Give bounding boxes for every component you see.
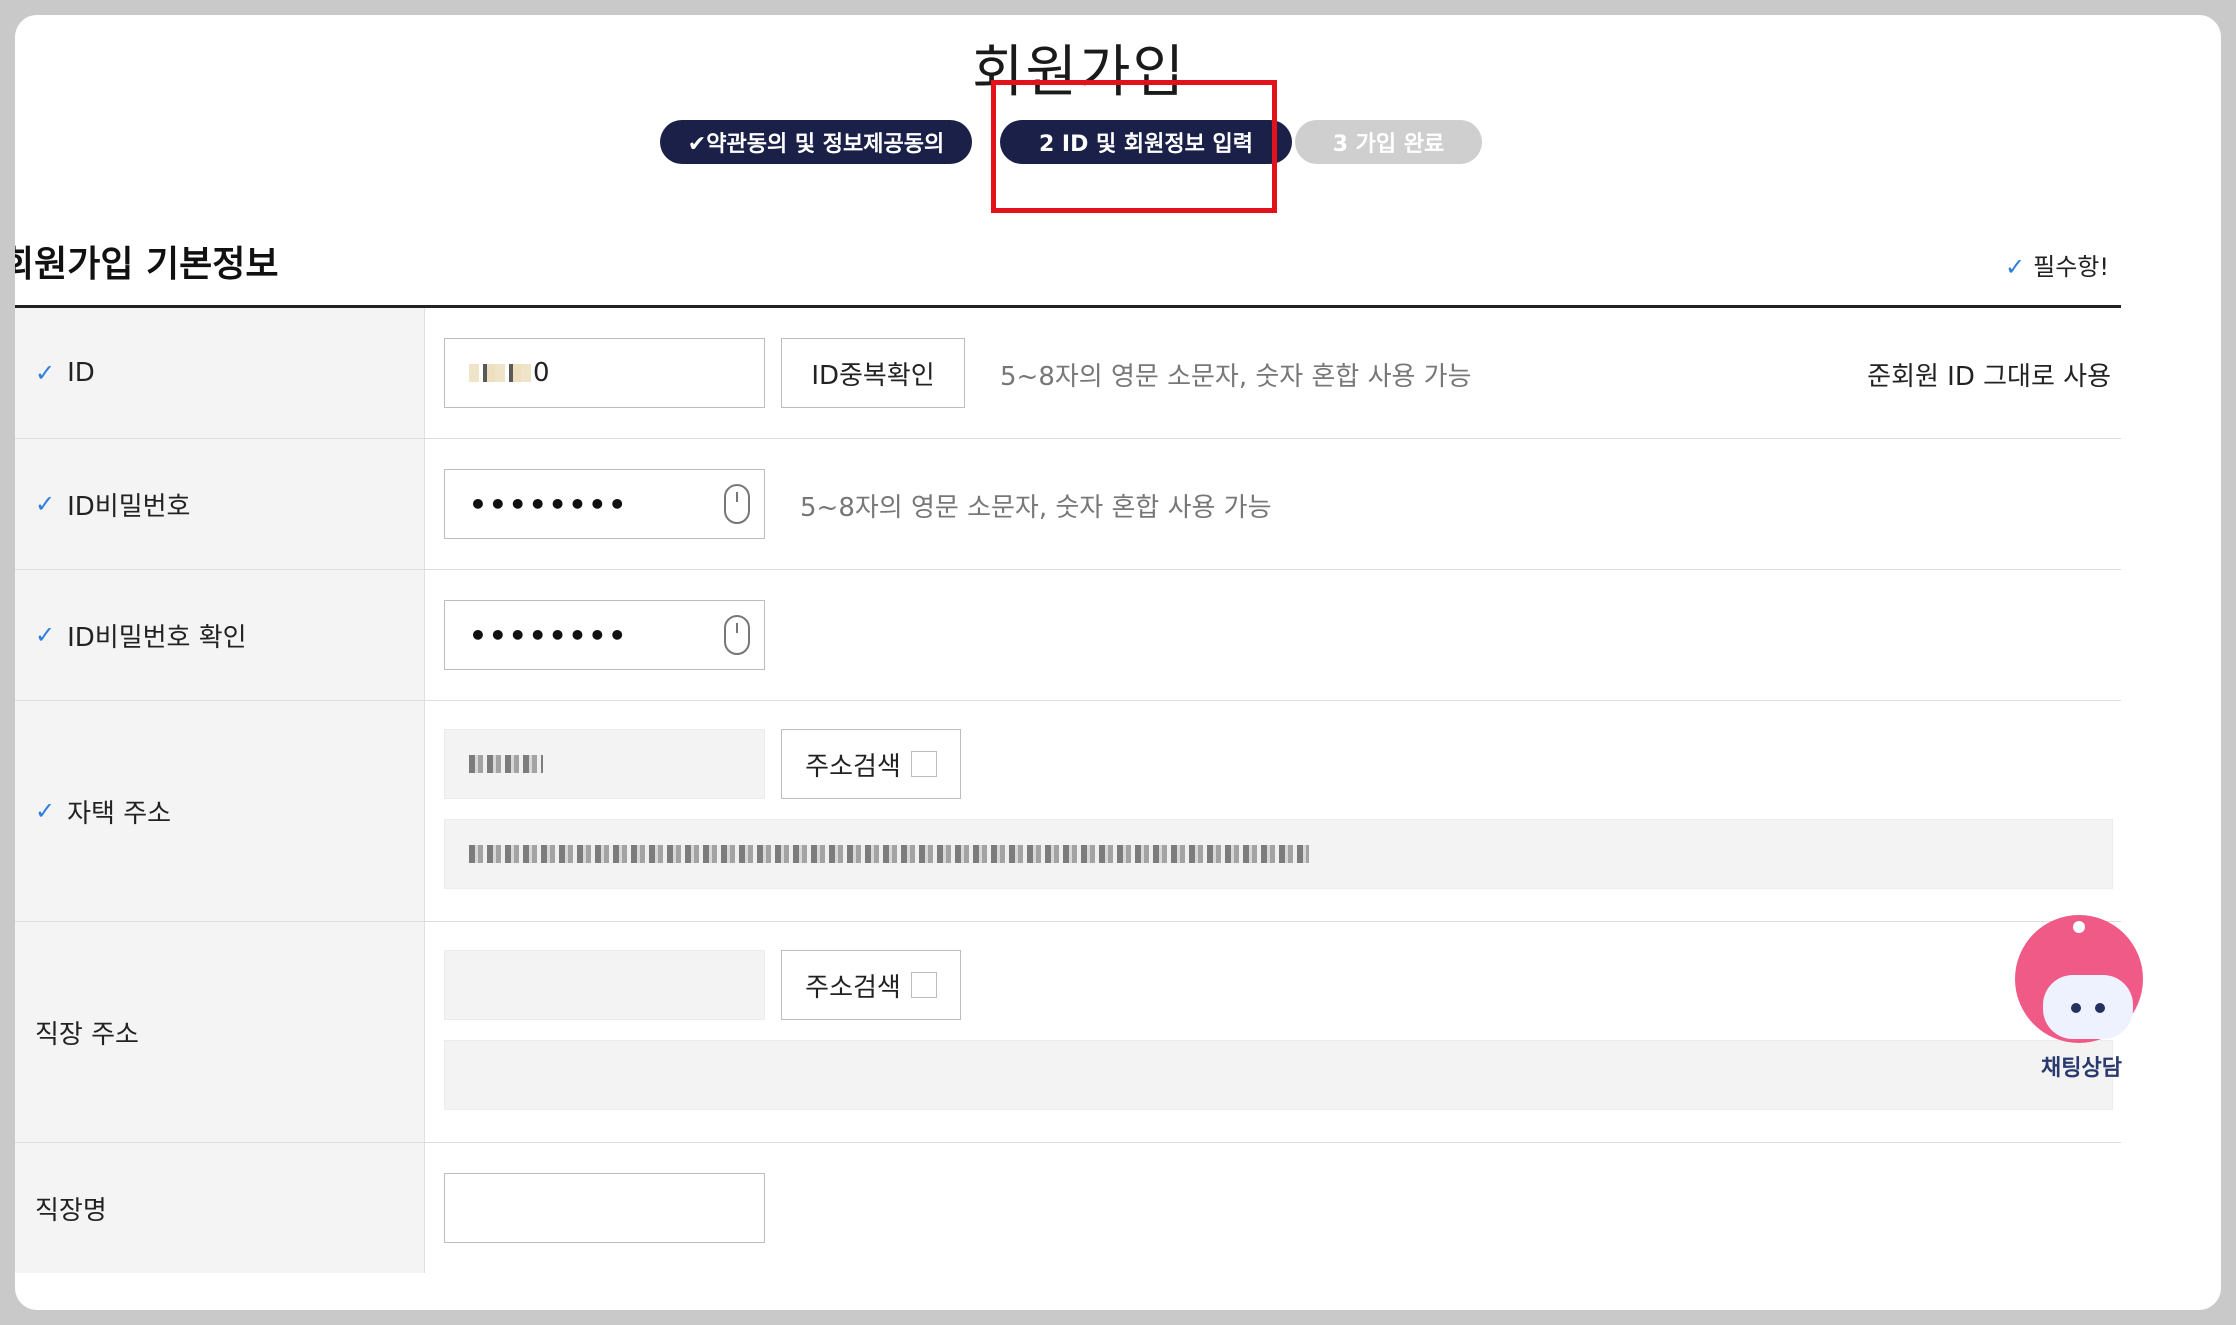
row-label: ✓ ID비밀번호 확인: [15, 570, 425, 700]
id-value: 0: [533, 358, 550, 388]
label-home-address: 자택 주소: [67, 798, 172, 829]
signup-card: 회원가입 ✔약관동의 및 정보제공동의 2 ID 및 회원정보 입력 3 가입 …: [15, 15, 2221, 1310]
row-company: 직장명: [15, 1143, 2121, 1273]
required-note-label: 필수항!: [2033, 253, 2109, 281]
step-terms: ✔약관동의 및 정보제공동의: [660, 120, 972, 164]
use-associate-id-link[interactable]: 준회원 ID 그대로 사용: [1867, 356, 2111, 393]
row-label: ✓ ID: [15, 308, 425, 438]
password-input[interactable]: ••••••••: [444, 469, 765, 539]
work-address-detail-input[interactable]: [444, 1040, 2113, 1110]
row-id: ✓ ID 0 ID중복확인 5~8자의 영문 소문자, 숫자 혼합 사용 가능 …: [15, 308, 2121, 439]
row-home-address: ✓ 자택 주소 주소검색: [15, 701, 2121, 922]
id-input[interactable]: 0: [444, 338, 765, 408]
show-password-icon[interactable]: [724, 484, 750, 524]
check-icon: ✓: [35, 490, 56, 518]
show-password-icon[interactable]: [724, 615, 750, 655]
password-confirm-value: ••••••••: [469, 618, 629, 652]
check-icon: ✓: [35, 621, 56, 649]
password-hint: 5~8자의 영문 소문자, 숫자 혼합 사용 가능: [800, 493, 1272, 523]
password-confirm-input[interactable]: ••••••••: [444, 600, 765, 670]
label-password-confirm: ID비밀번호 확인: [67, 622, 247, 653]
step-complete: 3 가입 완료: [1295, 120, 1482, 164]
row-label: 직장 주소: [15, 922, 425, 1142]
chatbot-label: 채팅상담: [2041, 1056, 2122, 1081]
check-icon: ✓: [2005, 253, 2026, 281]
work-zipcode-input[interactable]: [444, 950, 765, 1020]
label-id: ID: [67, 358, 95, 388]
chatbot-button[interactable]: 채팅상담: [2015, 895, 2175, 1095]
company-input[interactable]: [444, 1173, 765, 1243]
password-value: ••••••••: [469, 487, 629, 521]
search-button-label: 주소검색: [805, 751, 901, 782]
home-address-detail-input[interactable]: [444, 819, 2113, 889]
row-label: ✓ ID비밀번호: [15, 439, 425, 569]
check-icon: ✓: [35, 359, 56, 387]
checkbox-icon: [910, 751, 937, 777]
masked-text: [469, 364, 533, 382]
masked-text: [469, 755, 543, 773]
home-address-search-button[interactable]: 주소검색: [781, 729, 961, 799]
check-icon: ✓: [35, 797, 56, 825]
row-label: ✓ 자택 주소: [15, 701, 425, 921]
id-duplicate-check-button[interactable]: ID중복확인: [781, 338, 965, 408]
row-label: 직장명: [15, 1143, 425, 1273]
row-password: ✓ ID비밀번호 •••••••• 5~8자의 영문 소문자, 숫자 혼합 사용…: [15, 439, 2121, 570]
search-button-label: 주소검색: [805, 972, 901, 1003]
masked-text: [469, 845, 1309, 863]
checkbox-icon: [910, 972, 937, 998]
chatbot-icon: [2015, 915, 2143, 1043]
work-address-search-button[interactable]: 주소검색: [781, 950, 961, 1020]
id-hint: 5~8자의 영문 소문자, 숫자 혼합 사용 가능: [1000, 362, 1472, 392]
required-note: ✓ 필수항!: [2005, 247, 2109, 282]
row-password-confirm: ✓ ID비밀번호 확인 ••••••••: [15, 570, 2121, 701]
section-title: 회원가입 기본정보: [15, 244, 279, 285]
label-password: ID비밀번호: [67, 491, 191, 522]
label-work-address: 직장 주소: [35, 1019, 139, 1050]
row-work-address: 직장 주소 주소검색: [15, 922, 2121, 1143]
label-company: 직장명: [35, 1195, 107, 1226]
home-zipcode-input[interactable]: [444, 729, 765, 799]
highlight-box: [991, 80, 1277, 213]
